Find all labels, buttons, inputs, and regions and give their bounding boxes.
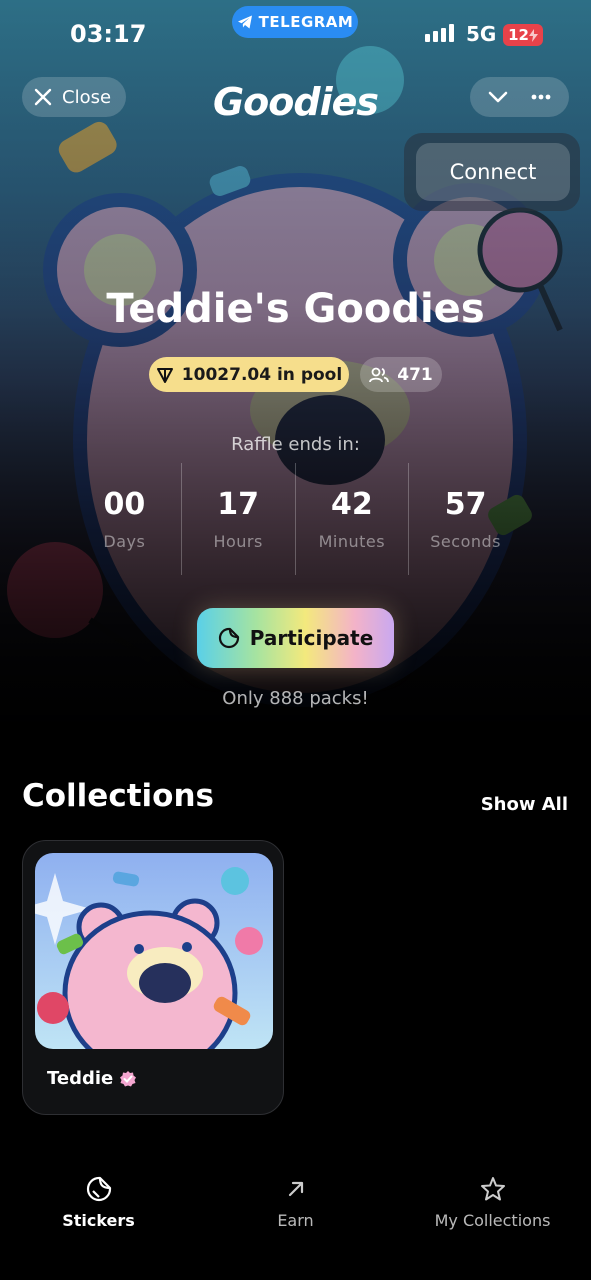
- page-title: Teddie's Goodies: [106, 286, 485, 332]
- sticker-icon: [218, 627, 239, 649]
- raffle-label: Raffle ends in:: [231, 434, 360, 455]
- pool-badge: 10027.04 in pool: [149, 357, 349, 392]
- telegram-icon: [237, 15, 252, 29]
- participants-count: 471: [397, 364, 433, 385]
- countdown-value: 57: [444, 487, 487, 522]
- sticker-icon: [86, 1176, 111, 1202]
- collection-title: Teddie: [47, 1068, 114, 1089]
- participate-label: Participate: [249, 626, 374, 650]
- collections-heading: Collections: [22, 778, 214, 814]
- countdown-seconds: 57 Seconds: [409, 463, 522, 575]
- telegram-pill[interactable]: TELEGRAM: [232, 6, 358, 38]
- battery-indicator: 12: [503, 24, 543, 46]
- bottom-tab-bar: Stickers Earn My Collections: [0, 1175, 591, 1250]
- countdown: 00 Days 17 Hours 42 Minutes 57 Seconds: [68, 463, 522, 575]
- participate-button[interactable]: Participate: [197, 608, 394, 668]
- menu-pill: [470, 77, 569, 117]
- verified-icon: [120, 1070, 137, 1086]
- tab-label: My Collections: [434, 1211, 551, 1230]
- tab-earn[interactable]: Earn: [197, 1175, 394, 1250]
- countdown-unit: Minutes: [318, 532, 386, 551]
- network-type: 5G: [466, 22, 497, 46]
- connect-button[interactable]: Connect: [416, 143, 570, 201]
- collection-thumbnail: [35, 853, 273, 1049]
- telegram-label: TELEGRAM: [258, 13, 354, 31]
- battery-level: 12: [508, 26, 529, 44]
- ton-icon: [156, 367, 173, 383]
- signal-icon: [425, 24, 454, 42]
- more-icon[interactable]: [529, 85, 553, 109]
- countdown-value: 00: [103, 487, 146, 522]
- countdown-unit: Seconds: [430, 532, 501, 551]
- connect-panel: Connect: [404, 133, 580, 211]
- star-icon: [480, 1177, 505, 1201]
- chevron-down-icon[interactable]: [486, 85, 510, 109]
- countdown-unit: Days: [103, 532, 146, 551]
- countdown-days: 00 Days: [68, 463, 181, 575]
- collection-card[interactable]: Teddie: [22, 840, 284, 1115]
- countdown-unit: Hours: [213, 532, 263, 551]
- countdown-value: 42: [331, 487, 373, 522]
- tab-my-collections[interactable]: My Collections: [394, 1175, 591, 1250]
- tab-label: Earn: [277, 1211, 314, 1230]
- tab-stickers[interactable]: Stickers: [0, 1175, 197, 1250]
- status-bar: 03:17 TELEGRAM 5G 12: [0, 0, 591, 70]
- show-all-link[interactable]: Show All: [481, 794, 568, 815]
- countdown-minutes: 42 Minutes: [296, 463, 409, 575]
- status-time: 03:17: [70, 20, 147, 48]
- collection-name: Teddie: [47, 1068, 137, 1089]
- packs-note: Only 888 packs!: [222, 688, 369, 709]
- participants-badge: 471: [360, 357, 442, 392]
- tab-label: Stickers: [62, 1211, 135, 1230]
- arrow-up-right-icon: [288, 1181, 303, 1197]
- pool-amount: 10027.04 in pool: [181, 364, 343, 385]
- users-icon: [369, 367, 390, 382]
- teddie-thumbnail-art: [35, 853, 273, 1049]
- countdown-value: 17: [217, 487, 259, 522]
- countdown-hours: 17 Hours: [182, 463, 295, 575]
- charging-icon: [528, 28, 538, 42]
